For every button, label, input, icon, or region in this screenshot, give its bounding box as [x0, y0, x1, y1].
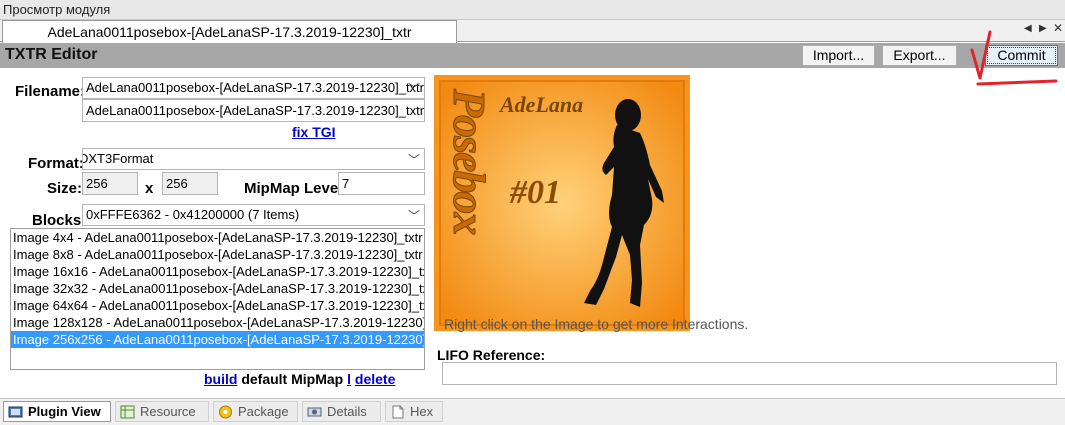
- editor-title: TXTR Editor: [5, 46, 98, 63]
- mipmap-actions: build default MipMap l delete: [204, 371, 395, 387]
- size-x-label: x: [145, 180, 154, 197]
- list-item-selected[interactable]: Image 256x256 - AdeLana0011posebox-[AdeL…: [11, 331, 424, 348]
- plugin-view-icon: [8, 406, 23, 418]
- bottom-tab-bar: Plugin View Resource Package Details Hex: [0, 398, 1065, 425]
- tab-details[interactable]: Details: [302, 401, 381, 422]
- chevron-down-icon[interactable]: ﹀: [408, 150, 420, 169]
- mipmap-levels-input[interactable]: 7: [338, 172, 425, 195]
- editor-header: TXTR Editor Import... Export... Commit: [0, 43, 1065, 68]
- filename-input[interactable]: AdeLana0011posebox-[AdeLanaSP-17.3.2019-…: [82, 99, 425, 122]
- lifo-reference-input[interactable]: [442, 362, 1057, 385]
- chevron-down-icon[interactable]: ﹀: [408, 206, 420, 225]
- preview-brand: AdeLana: [498, 92, 583, 117]
- blocks-label: Blocks:: [32, 212, 87, 229]
- window-title: Просмотр модуля: [0, 0, 1065, 20]
- size-height-field: 256: [162, 172, 218, 195]
- format-combo[interactable]: DXT3Format ﹀: [82, 148, 425, 170]
- blocks-list[interactable]: Image 4x4 - AdeLana0011posebox-[AdeLanaS…: [10, 228, 425, 370]
- filename-combo-text: AdeLana0011posebox-[AdeLanaSP-17.3.2019-…: [85, 80, 424, 95]
- size-label: Size:: [47, 180, 83, 197]
- export-button[interactable]: Export...: [882, 45, 957, 66]
- blocks-combo-text: 0xFFFE6362 - 0x41200000 (7 Items): [86, 207, 300, 222]
- filename-combo[interactable]: AdeLana0011posebox-[AdeLanaSP-17.3.2019-…: [82, 77, 425, 99]
- tab-label: Hex: [410, 404, 434, 419]
- delete-link[interactable]: delete: [355, 371, 395, 387]
- lifo-label: LIFO Reference:: [437, 347, 546, 363]
- filename-label: Filename:: [15, 83, 86, 100]
- details-icon: [307, 407, 322, 417]
- list-item[interactable]: Image 64x64 - AdeLana0011posebox-[AdeLan…: [11, 297, 424, 314]
- mipmap-levels-label: MipMap Levels:: [244, 180, 340, 197]
- tab-plugin-view[interactable]: Plugin View: [3, 401, 111, 422]
- format-label: Format:: [28, 155, 84, 172]
- document-tab[interactable]: AdeLana0011posebox-[AdeLanaSP-17.3.2019-…: [2, 20, 457, 43]
- tab-resource[interactable]: Resource: [115, 401, 209, 422]
- fix-tgi-link[interactable]: fix TGI: [292, 124, 336, 140]
- preview-number: #01: [509, 174, 561, 211]
- list-item[interactable]: Image 128x128 - AdeLana0011posebox-[AdeL…: [11, 314, 424, 331]
- build-link[interactable]: build: [204, 371, 237, 387]
- list-item[interactable]: Image 8x8 - AdeLana0011posebox-[AdeLanaS…: [11, 246, 424, 263]
- package-icon: [219, 405, 232, 419]
- size-width-field: 256: [82, 172, 138, 195]
- list-item[interactable]: Image 4x4 - AdeLana0011posebox-[AdeLanaS…: [11, 229, 424, 246]
- import-button[interactable]: Import...: [802, 45, 875, 66]
- chevron-down-icon[interactable]: ﹀: [408, 79, 420, 98]
- document-tab-strip: AdeLana0011posebox-[AdeLanaSP-17.3.2019-…: [0, 20, 1065, 43]
- tab-label: Resource: [140, 404, 196, 419]
- list-item[interactable]: Image 32x32 - AdeLana0011posebox-[AdeLan…: [11, 280, 424, 297]
- texture-preview[interactable]: AdeLana #01 Posebox: [434, 75, 690, 331]
- tab-label: Package: [238, 404, 289, 419]
- preview-hint: Right click on the Image to get more Int…: [444, 316, 749, 332]
- tab-package[interactable]: Package: [213, 401, 298, 422]
- tab-hex[interactable]: Hex: [385, 401, 443, 422]
- separator-link[interactable]: l: [347, 371, 351, 387]
- default-mipmap-text: default MipMap: [241, 371, 344, 387]
- format-combo-text: DXT3Format: [82, 151, 154, 166]
- tab-label: Plugin View: [28, 404, 101, 419]
- hex-icon: [392, 405, 404, 419]
- tab-label: Details: [327, 404, 367, 419]
- list-item[interactable]: Image 16x16 - AdeLana0011posebox-[AdeLan…: [11, 263, 424, 280]
- annotation-checkmark-icon: [970, 30, 1058, 86]
- blocks-combo[interactable]: 0xFFFE6362 - 0x41200000 (7 Items) ﹀: [82, 204, 425, 226]
- texture-image: AdeLana #01 Posebox: [434, 75, 690, 331]
- preview-vertical-word: Posebox: [444, 88, 495, 234]
- resource-icon: [120, 405, 135, 419]
